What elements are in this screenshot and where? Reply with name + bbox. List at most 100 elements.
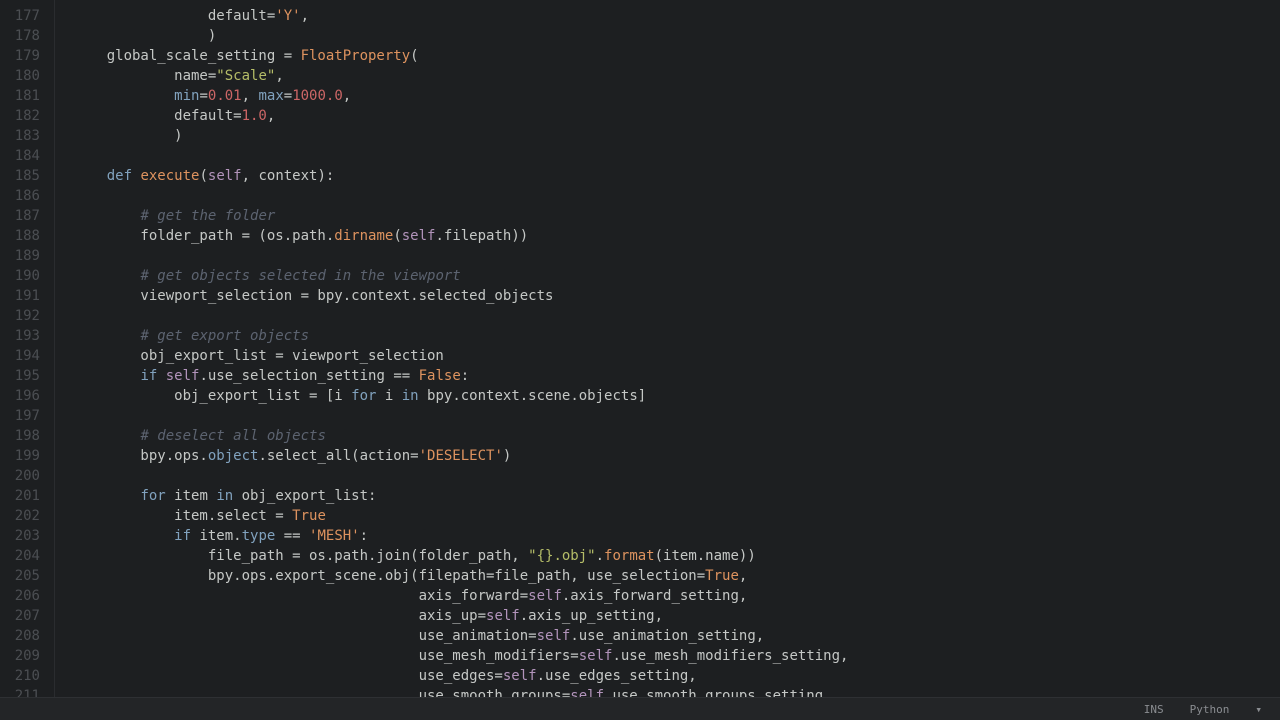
code-token: obj_export_list: — [242, 488, 377, 504]
code-token: file_path = os.path.join(folder_path, — [73, 548, 528, 564]
code-line[interactable]: # get export objects — [73, 326, 1280, 346]
code-line[interactable]: folder_path = (os.path.dirname(self.file… — [73, 226, 1280, 246]
chevron-down-icon[interactable]: ▾ — [1251, 703, 1266, 716]
code-token: == — [275, 528, 309, 544]
status-bar: INS Python ▾ — [0, 697, 1280, 720]
line-number: 186 — [10, 186, 40, 206]
code-token: . — [596, 548, 604, 564]
code-line[interactable]: if self.use_selection_setting == False: — [73, 366, 1280, 386]
code-line[interactable] — [73, 306, 1280, 326]
code-token: if — [174, 528, 199, 544]
line-number: 199 — [10, 446, 40, 466]
line-number-gutter: 1771781791801811821831841851861871881891… — [0, 0, 55, 720]
line-number: 182 — [10, 106, 40, 126]
code-token: for — [140, 488, 174, 504]
code-token: = — [284, 88, 292, 104]
code-line[interactable]: ) — [73, 126, 1280, 146]
line-number: 190 — [10, 266, 40, 286]
code-token: default= — [73, 108, 242, 124]
line-number: 184 — [10, 146, 40, 166]
code-token — [73, 208, 140, 224]
code-line[interactable]: ) — [73, 26, 1280, 46]
code-line[interactable]: def execute(self, context): — [73, 166, 1280, 186]
code-token: for — [351, 388, 385, 404]
code-token: in — [402, 388, 427, 404]
code-line[interactable]: # get the folder — [73, 206, 1280, 226]
code-token: type — [242, 528, 276, 544]
code-token — [73, 268, 140, 284]
code-line[interactable]: file_path = os.path.join(folder_path, "{… — [73, 546, 1280, 566]
code-line[interactable] — [73, 146, 1280, 166]
code-token — [73, 368, 140, 384]
line-number: 185 — [10, 166, 40, 186]
code-line[interactable]: obj_export_list = viewport_selection — [73, 346, 1280, 366]
code-line[interactable]: axis_up=self.axis_up_setting, — [73, 606, 1280, 626]
code-editor[interactable]: 1771781791801811821831841851861871881891… — [0, 0, 1280, 720]
line-number: 183 — [10, 126, 40, 146]
line-number: 198 — [10, 426, 40, 446]
code-line[interactable]: use_animation=self.use_animation_setting… — [73, 626, 1280, 646]
code-token: self — [486, 608, 520, 624]
code-token: # deselect all objects — [140, 428, 325, 444]
code-line[interactable]: global_scale_setting = FloatProperty( — [73, 46, 1280, 66]
code-token: max — [258, 88, 283, 104]
code-token: execute — [140, 168, 199, 184]
language-indicator[interactable]: Python — [1186, 703, 1234, 716]
code-token: self — [579, 648, 613, 664]
code-token: # get export objects — [140, 328, 309, 344]
code-line[interactable]: default='Y', — [73, 6, 1280, 26]
code-line[interactable]: min=0.01, max=1000.0, — [73, 86, 1280, 106]
line-number: 203 — [10, 526, 40, 546]
code-token: "{}.obj" — [528, 548, 595, 564]
code-line[interactable]: for item in obj_export_list: — [73, 486, 1280, 506]
code-token — [73, 168, 107, 184]
code-line[interactable]: bpy.ops.object.select_all(action='DESELE… — [73, 446, 1280, 466]
code-line[interactable]: item.select = True — [73, 506, 1280, 526]
line-number: 200 — [10, 466, 40, 486]
code-token: i — [385, 388, 402, 404]
code-token: 'Y' — [275, 8, 300, 24]
line-number: 206 — [10, 586, 40, 606]
code-token: dirname — [334, 228, 393, 244]
code-line[interactable]: if item.type == 'MESH': — [73, 526, 1280, 546]
code-token — [73, 88, 174, 104]
line-number: 178 — [10, 26, 40, 46]
code-token: 1000.0 — [292, 88, 343, 104]
code-token: bpy.ops. — [73, 448, 208, 464]
code-token: .use_mesh_modifiers_setting, — [612, 648, 848, 664]
line-number: 194 — [10, 346, 40, 366]
line-number: 202 — [10, 506, 40, 526]
code-line[interactable]: # deselect all objects — [73, 426, 1280, 446]
code-line[interactable] — [73, 406, 1280, 426]
line-number: 204 — [10, 546, 40, 566]
line-number: 197 — [10, 406, 40, 426]
code-line[interactable] — [73, 466, 1280, 486]
code-token: .filepath)) — [435, 228, 528, 244]
code-line[interactable]: default=1.0, — [73, 106, 1280, 126]
code-line[interactable] — [73, 246, 1280, 266]
code-line[interactable] — [73, 186, 1280, 206]
code-token: if — [140, 368, 165, 384]
code-token: viewport_selection = bpy.context.selecte… — [73, 288, 553, 304]
code-token: bpy.ops.export_scene.obj(filepath=file_p… — [73, 568, 705, 584]
code-line[interactable]: use_mesh_modifiers=self.use_mesh_modifie… — [73, 646, 1280, 666]
code-line[interactable]: axis_forward=self.axis_forward_setting, — [73, 586, 1280, 606]
line-number: 201 — [10, 486, 40, 506]
code-token: name= — [73, 68, 216, 84]
code-area[interactable]: default='Y', ) global_scale_setting = Fl… — [55, 0, 1280, 720]
code-line[interactable]: viewport_selection = bpy.context.selecte… — [73, 286, 1280, 306]
code-line[interactable]: name="Scale", — [73, 66, 1280, 86]
line-number: 177 — [10, 6, 40, 26]
code-token: ) — [73, 128, 183, 144]
code-token: format — [604, 548, 655, 564]
code-token: .use_animation_setting, — [570, 628, 764, 644]
code-token: .select_all(action= — [258, 448, 418, 464]
line-number: 187 — [10, 206, 40, 226]
code-token: self — [503, 668, 537, 684]
code-token: self — [208, 168, 242, 184]
code-line[interactable]: # get objects selected in the viewport — [73, 266, 1280, 286]
code-token: .axis_forward_setting, — [562, 588, 747, 604]
code-line[interactable]: use_edges=self.use_edges_setting, — [73, 666, 1280, 686]
code-line[interactable]: obj_export_list = [i for i in bpy.contex… — [73, 386, 1280, 406]
code-line[interactable]: bpy.ops.export_scene.obj(filepath=file_p… — [73, 566, 1280, 586]
